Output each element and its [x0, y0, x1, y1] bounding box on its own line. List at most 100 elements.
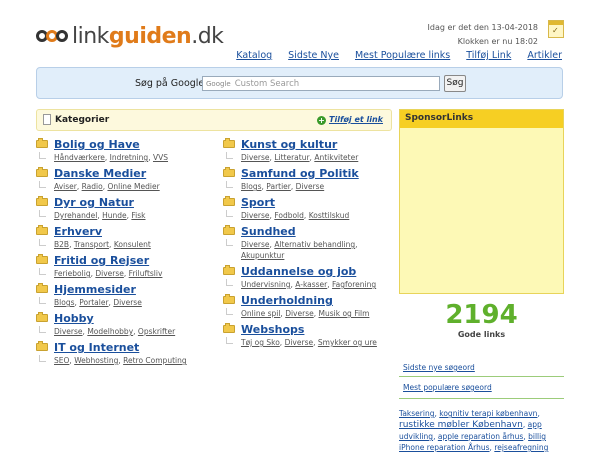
folder-icon [36, 196, 48, 206]
subcategory-link[interactable]: Portaler [79, 298, 108, 307]
subcategory-link[interactable]: Diverse [285, 338, 314, 347]
category-title-link[interactable]: Bolig og Have [54, 137, 211, 152]
nav-katalog[interactable]: Katalog [236, 50, 272, 61]
subcategory-link[interactable]: SEO [54, 356, 69, 365]
subcategory-link[interactable]: Partier [266, 182, 291, 191]
subcategory-link[interactable]: Diverse [296, 182, 325, 191]
subcategory-link[interactable]: Transport [74, 240, 109, 249]
subcategory-link[interactable]: Diverse [285, 309, 314, 318]
link-count: 2194 Gode links [399, 300, 564, 339]
logo-text-guiden: guiden [108, 23, 192, 49]
subcategory-link[interactable]: Blogs [54, 298, 75, 307]
subcategory-link[interactable]: Hunde [102, 211, 127, 220]
folder-icon [223, 138, 235, 148]
subcategory-link[interactable]: Fodbold [274, 211, 304, 220]
subcategory-link[interactable]: Friluftsliv [129, 269, 163, 278]
category-title-link[interactable]: Erhverv [54, 224, 211, 239]
category-title-link[interactable]: Hobby [54, 311, 211, 326]
category-title-link[interactable]: IT og Internet [54, 340, 211, 355]
tree-branch-icon [39, 210, 46, 217]
subcategory-list: Diverse, Litteratur, Antikviteter [241, 153, 359, 162]
subcategory-link[interactable]: Online Medier [107, 182, 159, 191]
subcategory-link[interactable]: Musik og Film [319, 309, 370, 318]
subcategory-link[interactable]: Indretning [110, 153, 149, 162]
tree-branch-icon [226, 210, 233, 217]
subcategory-link[interactable]: Litteratur [274, 153, 309, 162]
subcategory-link[interactable]: Diverse [54, 327, 83, 336]
subcategory-list: Dyrehandel, Hunde, Fisk [54, 211, 146, 220]
subcategory-link[interactable]: Dyrehandel [54, 211, 97, 220]
subcategory-list: Diverse, Alternativ behandling, Akupunkt… [241, 240, 358, 260]
category-title-link[interactable]: Kunst og kultur [241, 137, 398, 152]
subcategory-link[interactable]: Opskrifter [138, 327, 175, 336]
subcategory-link[interactable]: Webhosting [74, 356, 118, 365]
category-title-link[interactable]: Dyr og Natur [54, 195, 211, 210]
subcategory-link[interactable]: Fagforening [332, 280, 376, 289]
subcategory-link[interactable]: B2B [54, 240, 69, 249]
category-title-link[interactable]: Sundhed [241, 224, 398, 239]
subcategory-link[interactable]: Radio [82, 182, 103, 191]
tree-branch-icon [39, 181, 46, 188]
subcategory-link[interactable]: Diverse [241, 211, 270, 220]
folder-icon [36, 138, 48, 148]
category-title-link[interactable]: Hjemmesider [54, 282, 211, 297]
popular-searches-link[interactable]: Mest populære søgeord [403, 383, 492, 392]
subcategory-link[interactable]: Modelhobby [87, 327, 133, 336]
subcategory-link[interactable]: Kosttilskud [309, 211, 350, 220]
logo[interactable]: linkguiden.dk [36, 22, 224, 50]
subcategory-link[interactable]: Håndværkere [54, 153, 105, 162]
search-button[interactable]: Søg [444, 75, 466, 92]
subcategory-link[interactable]: Konsulent [114, 240, 151, 249]
subcategory-link[interactable]: Alternativ behandling [274, 240, 355, 249]
tag-link[interactable]: apple reparation århus [438, 432, 523, 441]
category-title-link[interactable]: Webshops [241, 322, 398, 337]
subcategory-link[interactable]: Diverse [241, 240, 270, 249]
categories-header: Kategorier + Tilføj et link [36, 109, 392, 131]
category-item: Dyr og Natur Dyrehandel, Hunde, Fisk [36, 195, 211, 224]
subcategory-list: Online spil, Diverse, Musik og Film [241, 309, 370, 318]
folder-icon [223, 323, 235, 333]
search-input[interactable]: Google Custom Search [202, 76, 440, 91]
subcategory-link[interactable]: Blogs [241, 182, 262, 191]
folder-icon [223, 196, 235, 206]
tag-link[interactable]: Taksering [399, 409, 434, 418]
nav-tilfoej-link[interactable]: Tilføj Link [466, 50, 511, 61]
add-link-button[interactable]: + Tilføj et link [317, 115, 383, 125]
subcategory-link[interactable]: Diverse [113, 298, 142, 307]
subcategory-link[interactable]: Aviser [54, 182, 77, 191]
subcategory-link[interactable]: Feriebolig [54, 269, 91, 278]
subcategory-link[interactable]: Fisk [131, 211, 145, 220]
subcategory-link[interactable]: Online spil [241, 309, 280, 318]
logo-text-dk: .dk [191, 23, 224, 49]
category-title-link[interactable]: Fritid og Rejser [54, 253, 211, 268]
category-title-link[interactable]: Samfund og Politik [241, 166, 398, 181]
tag-link[interactable]: rustikke møbler København [399, 420, 523, 430]
sponsor-links-panel: SponsorLinks [399, 109, 564, 294]
nav-artikler[interactable]: Artikler [527, 50, 562, 61]
date-info: Idag er det den 13-04-2018 Klokken er nu… [428, 21, 539, 49]
subcategory-link[interactable]: Antikviteter [314, 153, 358, 162]
logo-rings-icon [36, 24, 72, 48]
tag-link[interactable]: rejseafregning [494, 443, 548, 452]
category-title-link[interactable]: Sport [241, 195, 398, 210]
subcategory-link[interactable]: Undervisning [241, 280, 290, 289]
category-item: Bolig og Have Håndværkere, Indretning, VV… [36, 137, 211, 166]
subcategory-link[interactable]: Diverse [95, 269, 124, 278]
subcategory-link[interactable]: Smykker og ure [318, 338, 377, 347]
tag-link[interactable]: kognitiv terapi københavn [439, 409, 537, 418]
nav-sidste-nye[interactable]: Sidste Nye [288, 50, 339, 61]
subcategory-link[interactable]: A-kasser [295, 280, 327, 289]
category-title-link[interactable]: Uddannelse og job [241, 264, 398, 279]
category-title-link[interactable]: Danske Medier [54, 166, 211, 181]
folder-icon [36, 254, 48, 264]
subcategory-link[interactable]: Tøj og Sko [241, 338, 280, 347]
subcategory-link[interactable]: VVS [153, 153, 168, 162]
nav-mest-populaere[interactable]: Mest Populære links [355, 50, 450, 61]
subcategory-link[interactable]: Retro Computing [123, 356, 187, 365]
category-title-link[interactable]: Underholdning [241, 293, 398, 308]
subcategory-list: Blogs, Partier, Diverse [241, 182, 325, 191]
subcategory-link[interactable]: Diverse [241, 153, 270, 162]
latest-searches-link[interactable]: Sidste nye søgeord [403, 363, 475, 372]
tree-branch-icon [226, 181, 233, 188]
subcategory-link[interactable]: Akupunktur [241, 251, 284, 260]
